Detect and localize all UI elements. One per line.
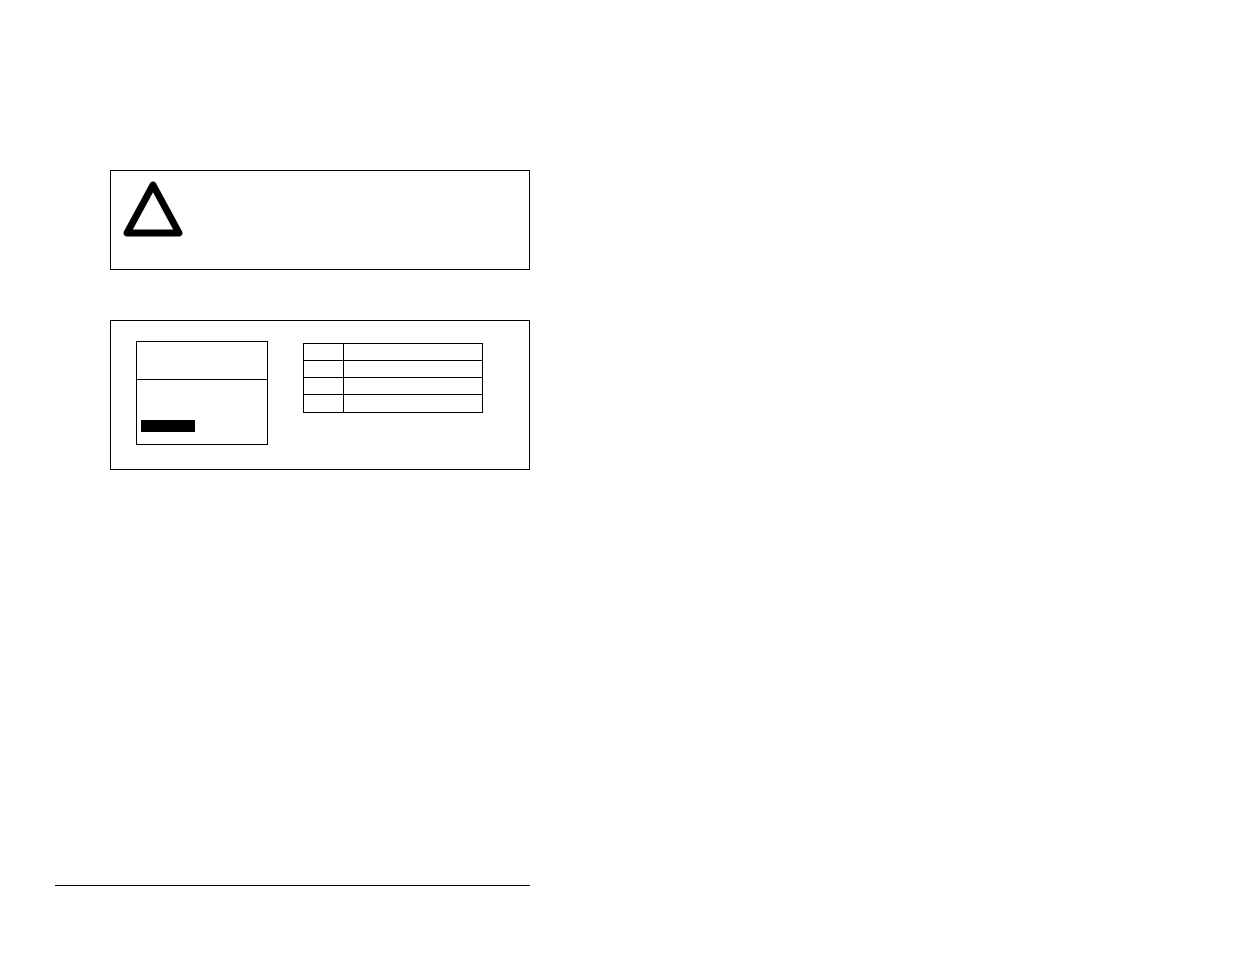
table-cell bbox=[344, 344, 482, 360]
table-row bbox=[304, 344, 482, 361]
table-cell bbox=[344, 378, 482, 394]
table-cell bbox=[304, 378, 344, 394]
page-content bbox=[110, 170, 530, 470]
left-table bbox=[136, 341, 268, 445]
table-cell bbox=[304, 395, 344, 412]
table-row bbox=[304, 378, 482, 395]
table-cell bbox=[344, 395, 482, 412]
left-table-header bbox=[137, 342, 267, 380]
right-table bbox=[303, 343, 483, 413]
table-cell bbox=[344, 361, 482, 377]
table-row bbox=[304, 361, 482, 378]
footer-rule bbox=[55, 885, 530, 886]
table-row bbox=[304, 395, 482, 412]
left-table-body bbox=[137, 380, 267, 444]
table-cell bbox=[304, 344, 344, 360]
data-panel bbox=[110, 320, 530, 470]
warning-triangle-icon bbox=[121, 179, 185, 248]
warning-box bbox=[110, 170, 530, 270]
black-bar bbox=[141, 420, 195, 432]
table-cell bbox=[304, 361, 344, 377]
